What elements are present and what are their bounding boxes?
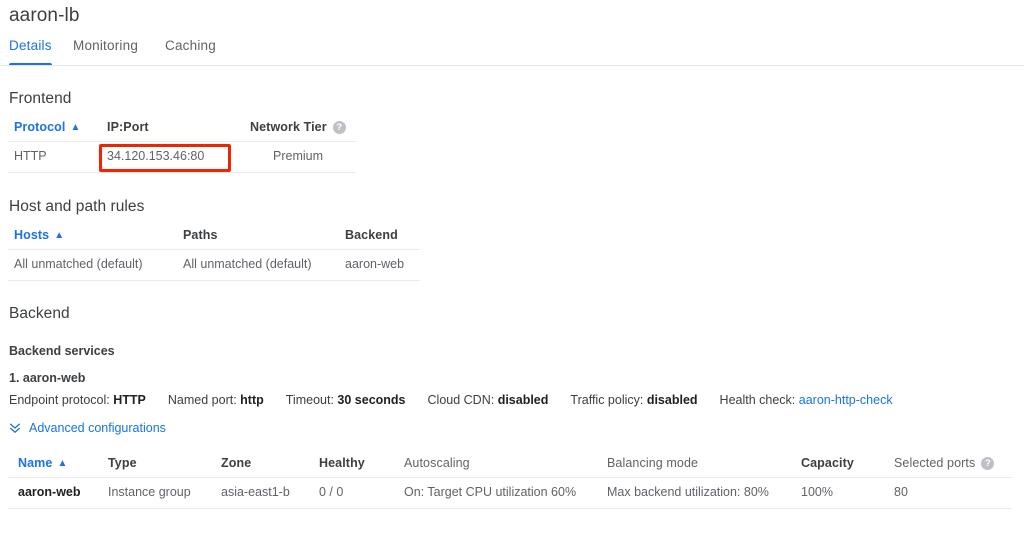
frontend-column-protocol[interactable]: Protocol ▲ — [14, 120, 81, 134]
chevron-up-icon: ▲ — [54, 230, 65, 241]
hostpath-row-divider — [8, 280, 420, 281]
info-endpoint-protocol-label: Endpoint protocol: — [9, 393, 110, 407]
load-balancer-details-page: aaron-lb Details Monitoring Caching Fron… — [0, 0, 1024, 539]
chevron-up-icon: ▲ — [57, 458, 68, 469]
frontend-column-network-tier-label: Network Tier — [250, 120, 327, 134]
frontend-section-title: Frontend — [9, 90, 72, 107]
hostpath-column-hosts-label: Hosts — [14, 228, 50, 242]
info-endpoint-protocol-value: HTTP — [113, 393, 146, 407]
host-path-table: Hosts ▲ Paths Backend All unmatched (defa… — [8, 228, 420, 281]
info-cloud-cdn: Cloud CDN: disabled — [428, 393, 549, 407]
tab-monitoring[interactable]: Monitoring — [73, 38, 138, 63]
info-health-check: Health check: aaron-http-check — [720, 393, 893, 407]
backend-column-type[interactable]: Type — [108, 456, 137, 470]
frontend-table: Protocol ▲ IP:Port Network Tier? HTTP 34.… — [8, 120, 356, 173]
backend-cell-capacity: 100% — [801, 485, 833, 499]
info-timeout-value: 30 seconds — [337, 393, 406, 407]
double-chevron-down-icon — [9, 422, 21, 434]
hostpath-cell-hosts: All unmatched (default) — [14, 257, 143, 271]
help-circle-icon[interactable]: ? — [981, 457, 995, 470]
backend-column-healthy[interactable]: Healthy — [319, 456, 365, 470]
hostpath-column-paths[interactable]: Paths — [183, 228, 218, 242]
hostpath-column-hosts[interactable]: Hosts ▲ — [14, 228, 64, 242]
page-title: aaron-lb — [9, 5, 80, 26]
help-circle-icon[interactable]: ? — [332, 121, 346, 134]
tab-bar: Details Monitoring Caching — [0, 38, 1024, 66]
frontend-column-network-tier[interactable]: Network Tier? — [250, 120, 346, 134]
advanced-configurations-label: Advanced configurations — [29, 421, 166, 435]
hostpath-cell-paths: All unmatched (default) — [183, 257, 312, 271]
frontend-cell-protocol: HTTP — [14, 149, 47, 163]
info-named-port-value: http — [240, 393, 264, 407]
backend-service-info-line: Endpoint protocol: HTTP Named port: http T… — [9, 393, 893, 407]
host-path-table-row: All unmatched (default) All unmatched (d… — [8, 249, 420, 280]
backend-column-capacity[interactable]: Capacity — [801, 456, 854, 470]
backend-row-divider — [8, 508, 1012, 509]
backend-cell-autoscaling: On: Target CPU utilization 60% — [404, 485, 577, 499]
health-check-link[interactable]: aaron-http-check — [799, 393, 893, 407]
frontend-cell-ipport: 34.120.153.46:80 — [107, 149, 205, 163]
backend-section-title: Backend — [9, 305, 70, 322]
frontend-row-divider — [8, 172, 356, 173]
backend-services-title: Backend services — [9, 344, 115, 358]
backend-cell-selected-ports: 80 — [894, 485, 908, 499]
host-path-table-header: Hosts ▲ Paths Backend — [8, 228, 420, 249]
info-cloud-cdn-value: disabled — [497, 393, 549, 407]
info-traffic-policy-value: disabled — [646, 393, 698, 407]
info-traffic-policy-label: Traffic policy: — [570, 393, 644, 407]
hostpath-cell-backend: aaron-web — [345, 257, 405, 271]
host-path-section-title: Host and path rules — [9, 198, 145, 215]
info-named-port-label: Named port: — [167, 393, 237, 407]
backend-column-name-label: Name — [18, 456, 53, 470]
backend-column-balancing-mode[interactable]: Balancing mode — [607, 456, 698, 470]
info-timeout-label: Timeout: — [285, 393, 334, 407]
info-endpoint-protocol: Endpoint protocol: HTTP — [9, 393, 146, 407]
frontend-cell-network-tier: Premium — [273, 149, 324, 163]
backend-column-selected-ports-label: Selected ports — [894, 456, 976, 470]
tab-caching[interactable]: Caching — [165, 38, 216, 63]
info-traffic-policy: Traffic policy: disabled — [570, 393, 697, 407]
backend-table-header: Name ▲ Type Zone Healthy Autoscaling Bala… — [8, 456, 1012, 477]
tab-details[interactable]: Details — [9, 38, 52, 66]
hostpath-column-backend[interactable]: Backend — [345, 228, 398, 242]
backend-column-selected-ports[interactable]: Selected ports? — [894, 456, 995, 470]
backend-cell-name[interactable]: aaron-web — [18, 477, 81, 508]
backend-table-row: aaron-web Instance group asia-east1-b 0 … — [8, 477, 1012, 508]
info-timeout: Timeout: 30 seconds — [286, 393, 406, 407]
backend-column-autoscaling[interactable]: Autoscaling — [404, 456, 470, 470]
frontend-table-header: Protocol ▲ IP:Port Network Tier? — [8, 120, 356, 141]
advanced-configurations-link[interactable]: Advanced configurations — [9, 421, 166, 435]
backend-cell-healthy: 0 / 0 — [319, 485, 344, 499]
backend-instance-table: Name ▲ Type Zone Healthy Autoscaling Bala… — [8, 456, 1012, 509]
info-named-port: Named port: http — [168, 393, 264, 407]
backend-column-name[interactable]: Name ▲ — [18, 456, 67, 470]
backend-service-name: 1. aaron-web — [9, 371, 86, 385]
backend-cell-zone: asia-east1-b — [221, 485, 290, 499]
backend-cell-type: Instance group — [108, 485, 191, 499]
frontend-column-protocol-label: Protocol — [14, 120, 66, 134]
backend-column-zone[interactable]: Zone — [221, 456, 251, 470]
backend-cell-balancing-mode: Max backend utilization: 80% — [607, 485, 769, 499]
tab-bar-divider — [0, 65, 1024, 66]
frontend-table-row: HTTP 34.120.153.46:80 Premium — [8, 141, 356, 172]
info-cloud-cdn-label: Cloud CDN: — [427, 393, 495, 407]
info-health-check-label: Health check: — [719, 393, 796, 407]
frontend-column-ipport[interactable]: IP:Port — [107, 120, 149, 134]
chevron-up-icon: ▲ — [70, 122, 81, 133]
